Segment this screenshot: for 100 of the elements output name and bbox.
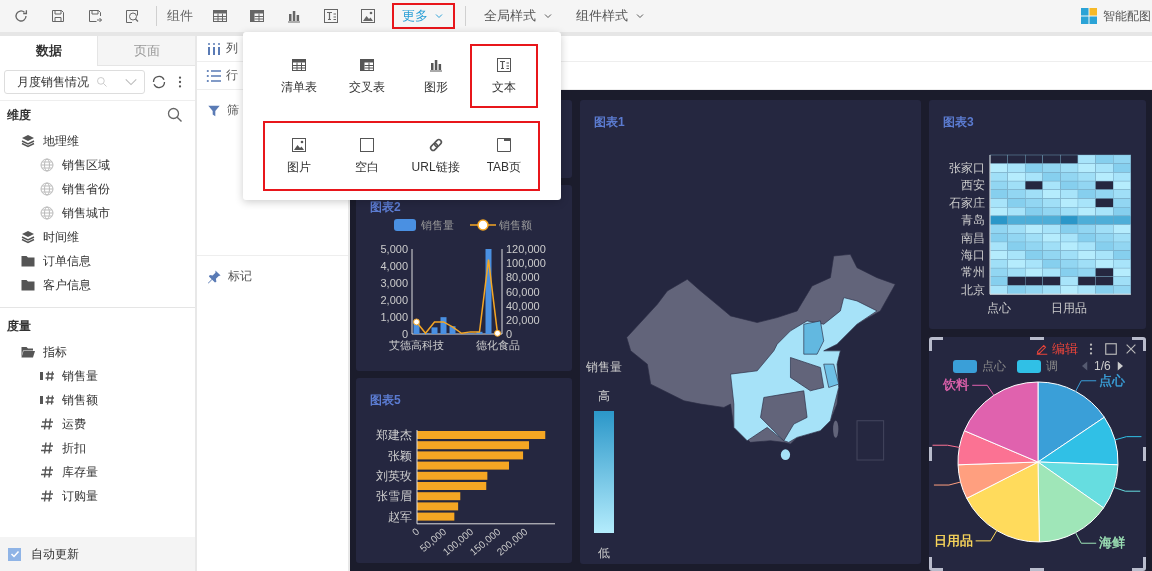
menu-item[interactable]: 清单表 [265, 44, 334, 108]
resize-handle[interactable] [929, 337, 943, 351]
section-title: 维度 [7, 106, 31, 124]
pin-icon [207, 269, 222, 284]
legend-label: 销售额 [499, 219, 532, 231]
category-label: 南昌 [961, 230, 985, 245]
category-label: 刘英玫 [376, 468, 412, 483]
slice-label: 日用品 [933, 532, 973, 548]
axis-tick-label: 100,000 [506, 257, 546, 270]
category-label: 点心 [986, 301, 1011, 315]
bar [417, 482, 487, 490]
text-box-icon [323, 8, 339, 24]
resize-handle[interactable] [1132, 337, 1146, 351]
dataset-select[interactable]: 月度销售情况 [4, 70, 145, 94]
chart-title: 图表3 [942, 114, 975, 130]
search-icon [167, 107, 183, 123]
axis-tick-label: 0 [506, 328, 513, 340]
category-label: 郑建杰 [376, 428, 412, 443]
bar [440, 317, 447, 334]
leader-line [1113, 486, 1141, 492]
list-icon [206, 67, 222, 84]
tree-item[interactable]: 销售额 [19, 388, 195, 412]
axis-tick-label: 0 [401, 328, 408, 340]
menu-item[interactable]: 空白 [333, 123, 402, 189]
layers-icon [20, 229, 36, 245]
tree-item[interactable]: 销售城市 [19, 201, 195, 225]
close-button[interactable] [1124, 342, 1138, 356]
hash-icon [39, 416, 55, 432]
category-label: 张雪眉 [376, 489, 412, 504]
globe-icon [39, 181, 55, 197]
tree-item[interactable]: 销售量 [19, 364, 195, 388]
hash-icon [39, 464, 55, 480]
legend-label: 低 [598, 545, 610, 562]
menu-item[interactable]: 图片 [265, 123, 334, 189]
bar [431, 327, 438, 334]
tree-item[interactable]: 地理维 [0, 129, 195, 153]
layers-icon [20, 133, 36, 149]
axis-tick-label: 40,000 [506, 299, 540, 312]
axis-tick-label: 20,000 [506, 313, 540, 326]
category-label: 石家庄 [949, 195, 985, 210]
globe-icon [39, 205, 55, 221]
table-icon [291, 56, 308, 73]
tree-item[interactable]: 运费 [19, 412, 195, 436]
smart-chart-button[interactable]: 智能配图 [1081, 7, 1152, 25]
bar [476, 331, 483, 334]
folder-icon [20, 253, 36, 269]
legend-label: 点心 [982, 357, 1006, 375]
category-label: 张家口 [949, 161, 985, 176]
edit-icon [1035, 342, 1049, 356]
open-folder-icon [20, 344, 36, 360]
refresh-button[interactable] [151, 74, 167, 90]
magnifier-icon [124, 8, 140, 24]
bar-chart-icon [286, 8, 302, 24]
tree-item[interactable]: 订单信息 [0, 249, 195, 273]
refresh-icon [13, 8, 29, 24]
checkbox-label: 自动更新 [31, 545, 79, 563]
page-indicator: 1/6 [1094, 359, 1111, 373]
image-icon [360, 8, 376, 24]
style-dropdown-button[interactable]: 组件样式 [576, 7, 646, 25]
menu-item[interactable]: URL链接 [401, 123, 470, 189]
shelf-label: 列 [226, 40, 238, 57]
tree-item[interactable]: 订购量 [19, 484, 195, 508]
axis-tick-label: 3,000 [380, 277, 408, 289]
tree-item[interactable]: 客户信息 [0, 273, 195, 297]
tree-item[interactable]: 销售省份 [19, 177, 195, 201]
resize-handle[interactable] [929, 447, 932, 461]
menu-item[interactable]: 交叉表 [333, 44, 402, 108]
tree-item[interactable]: 折扣 [19, 436, 195, 460]
category-label: 西安 [961, 178, 985, 193]
edit-button[interactable]: 编辑 [1035, 340, 1078, 358]
category-label: 北京 [961, 282, 985, 297]
globe-icon [39, 157, 55, 173]
leader-line [1114, 436, 1142, 441]
resize-handle[interactable] [1030, 337, 1044, 340]
leader-line [1075, 380, 1097, 392]
bar [417, 512, 455, 521]
search-button[interactable] [167, 107, 183, 123]
axis-tick-label: 1,000 [380, 311, 408, 323]
legend-label: 调 [1046, 357, 1058, 375]
resize-handle[interactable] [1030, 568, 1044, 571]
close-icon [1124, 342, 1138, 356]
menu-item[interactable]: 文本 [469, 44, 538, 108]
axis-tick-label: 德化食品 [475, 339, 520, 351]
resize-handle[interactable] [1132, 557, 1146, 571]
leader-line [971, 384, 995, 396]
maximize-button[interactable] [1104, 342, 1118, 356]
resize-handle[interactable] [929, 557, 943, 571]
menu-item[interactable]: TAB页 [469, 123, 538, 189]
category-label: 日用品 [1051, 301, 1088, 315]
square-icon [359, 136, 376, 153]
tree-item[interactable]: 时间维 [0, 225, 195, 249]
checkbox[interactable] [8, 547, 21, 561]
style-dropdown-button[interactable]: 全局样式 [484, 7, 554, 25]
resize-handle[interactable] [1143, 447, 1146, 461]
tree-item[interactable]: 销售区域 [19, 153, 195, 177]
menu-item[interactable]: 图形 [401, 44, 470, 108]
tree-item[interactable]: 指标 [0, 340, 195, 364]
chart-title: 图表5 [369, 392, 402, 408]
category-label: 张颖 [388, 448, 412, 463]
tree-item[interactable]: 库存量 [19, 460, 195, 484]
